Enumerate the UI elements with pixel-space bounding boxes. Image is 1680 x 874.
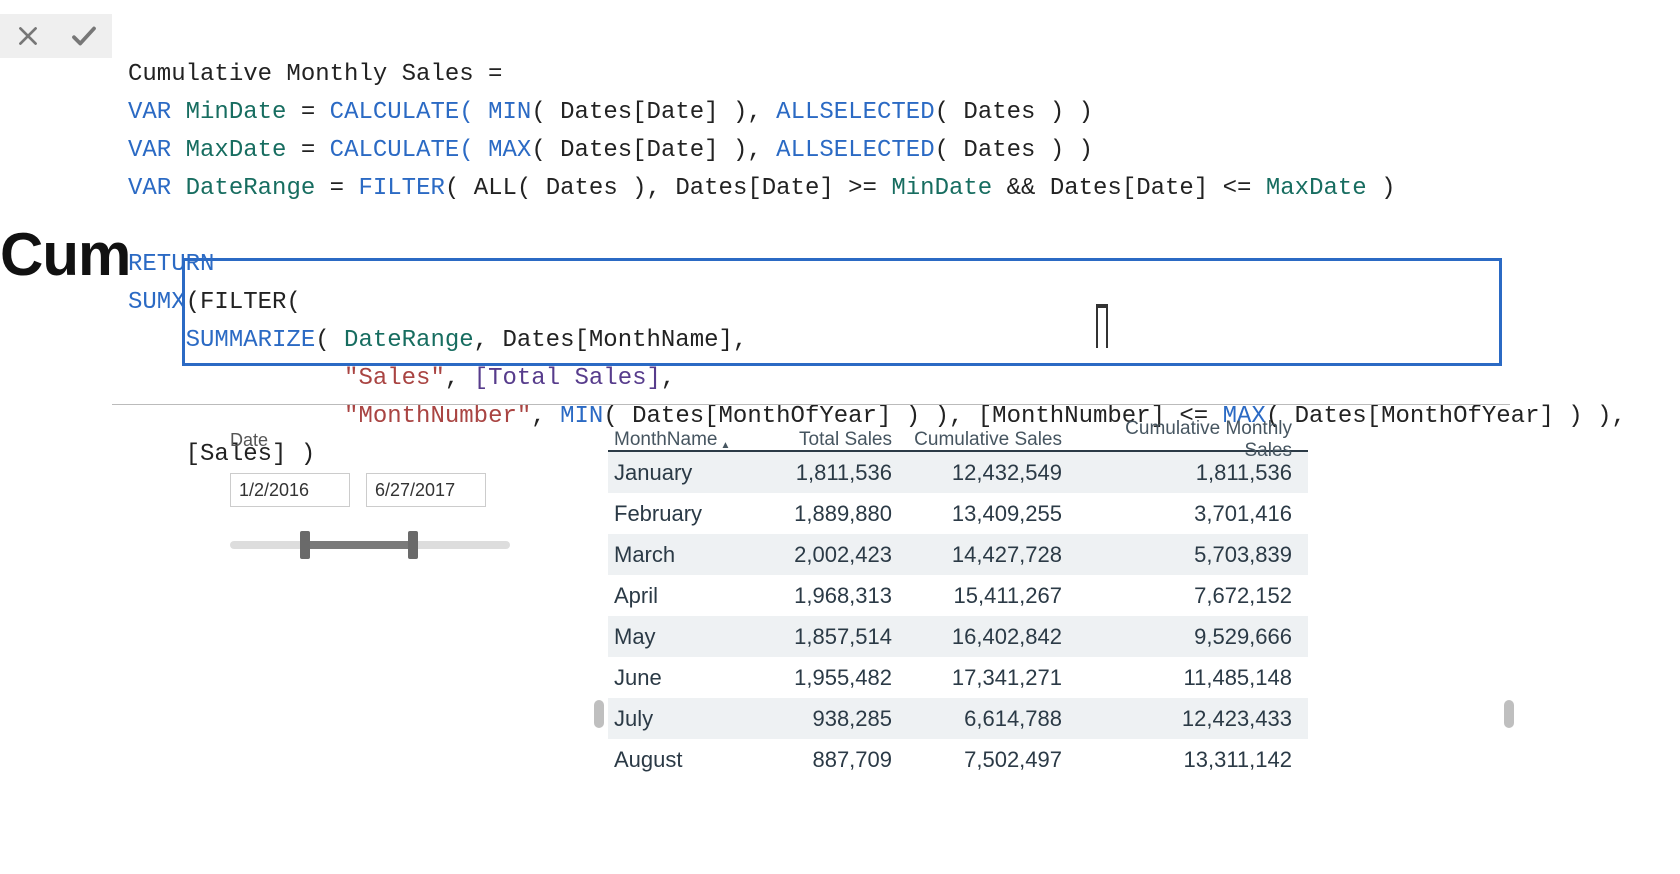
cell-total-sales: 1,889,880 [753,501,898,527]
scroll-thumb-left[interactable] [594,700,604,728]
cell-cumulative-sales: 17,341,271 [898,665,1068,691]
slider-selection [304,541,414,549]
date-slicer: Date [230,430,530,549]
cell-total-sales: 1,811,536 [753,460,898,486]
slicer-label: Date [230,430,530,451]
cell-cumulative-monthly-sales: 9,529,666 [1068,624,1298,650]
cell-cumulative-sales: 15,411,267 [898,583,1068,609]
table-visual: MonthName▲ Total Sales Cumulative Sales … [608,418,1308,780]
code-line: "Sales", [Total Sales], [128,365,675,392]
cell-cumulative-sales: 12,432,549 [898,460,1068,486]
slider-handle-from[interactable] [300,531,310,559]
table-row[interactable]: August887,7097,502,49713,311,142 [608,739,1308,780]
divider [112,404,1510,405]
cell-cumulative-sales: 13,409,255 [898,501,1068,527]
table-row[interactable]: June1,955,48217,341,27111,485,148 [608,657,1308,698]
code-blank-line [128,213,142,240]
cell-total-sales: 1,857,514 [753,624,898,650]
cell-cumulative-monthly-sales: 3,701,416 [1068,501,1298,527]
cell-cumulative-monthly-sales: 1,811,536 [1068,460,1298,486]
text-cursor-icon [1096,304,1108,348]
cell-cumulative-sales: 6,614,788 [898,706,1068,732]
cell-cumulative-sales: 14,427,728 [898,542,1068,568]
slicer-from-input[interactable] [230,473,350,507]
cell-monthname: June [608,665,753,691]
code-line: VAR MinDate = CALCULATE( MIN( Dates[Date… [128,99,1093,126]
cell-total-sales: 1,955,482 [753,665,898,691]
cell-cumulative-monthly-sales: 5,703,839 [1068,542,1298,568]
code-line: VAR DateRange = FILTER( ALL( Dates ), Da… [128,175,1396,202]
cancel-button[interactable] [10,18,46,54]
slider-handle-to[interactable] [408,531,418,559]
slicer-to-input[interactable] [366,473,486,507]
check-icon [69,21,99,51]
cell-monthname: August [608,747,753,773]
cell-cumulative-sales: 7,502,497 [898,747,1068,773]
col-header-monthname[interactable]: MonthName▲ [608,429,753,451]
code-line: SUMX(FILTER( [128,289,301,316]
cell-cumulative-monthly-sales: 12,423,433 [1068,706,1298,732]
commit-button[interactable] [66,18,102,54]
table-body: January1,811,53612,432,5491,811,536Febru… [608,452,1308,780]
dax-formula-editor[interactable]: Cumulative Monthly Sales = VAR MinDate =… [128,18,1510,474]
cell-monthname: April [608,583,753,609]
table-row[interactable]: July938,2856,614,78812,423,433 [608,698,1308,739]
cell-monthname: February [608,501,753,527]
cell-monthname: January [608,460,753,486]
table-row[interactable]: March2,002,42314,427,7285,703,839 [608,534,1308,575]
cell-cumulative-monthly-sales: 13,311,142 [1068,747,1298,773]
cell-monthname: May [608,624,753,650]
col-header-cumulative-monthly-sales[interactable]: Cumulative Monthly Sales [1068,418,1298,462]
code-line: VAR MaxDate = CALCULATE( MAX( Dates[Date… [128,137,1093,164]
close-icon [15,23,41,49]
cell-total-sales: 1,968,313 [753,583,898,609]
table-row[interactable]: May1,857,51416,402,8429,529,666 [608,616,1308,657]
cell-total-sales: 887,709 [753,747,898,773]
col-header-cumulative-sales[interactable]: Cumulative Sales [898,429,1068,451]
cell-cumulative-sales: 16,402,842 [898,624,1068,650]
cell-monthname: July [608,706,753,732]
code-line: SUMMARIZE( DateRange, Dates[MonthName], [128,327,747,354]
table-row[interactable]: April1,968,31315,411,2677,672,152 [608,575,1308,616]
table-header: MonthName▲ Total Sales Cumulative Sales … [608,418,1308,452]
cell-monthname: March [608,542,753,568]
code-line: Cumulative Monthly Sales = [128,61,502,88]
cell-cumulative-monthly-sales: 11,485,148 [1068,665,1298,691]
col-header-total-sales[interactable]: Total Sales [753,429,898,451]
page-title-fragment: Cum [0,220,130,289]
formula-toolbar [0,14,112,58]
code-line: RETURN [128,251,214,278]
table-row[interactable]: February1,889,88013,409,2553,701,416 [608,493,1308,534]
cell-total-sales: 938,285 [753,706,898,732]
slider-track[interactable] [230,541,510,549]
scroll-thumb-right[interactable] [1504,700,1514,728]
cell-cumulative-monthly-sales: 7,672,152 [1068,583,1298,609]
cell-total-sales: 2,002,423 [753,542,898,568]
sort-asc-icon: ▲ [721,440,731,451]
